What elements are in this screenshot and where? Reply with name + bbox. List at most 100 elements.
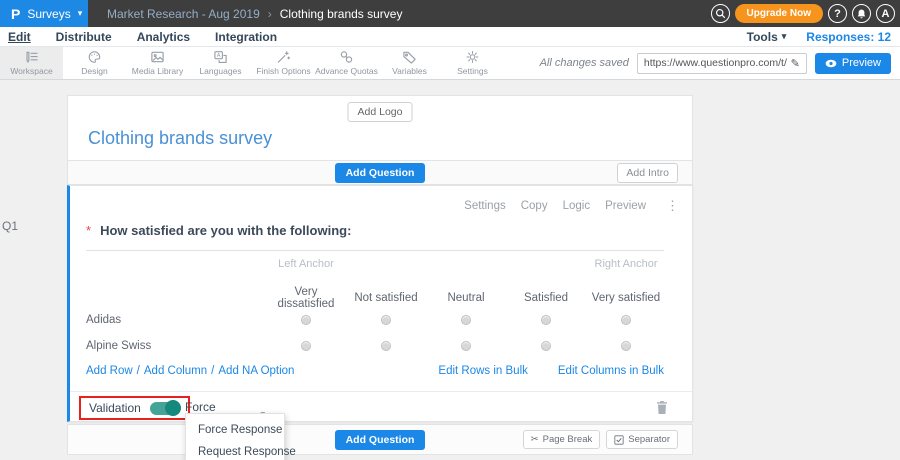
- add-question-strip: Add Question Add Intro: [67, 161, 693, 185]
- section-footer-strip: Add Question ✂ Page Break Separator: [67, 424, 693, 455]
- nav-right: Tools ▾ Responses: 12: [747, 30, 900, 44]
- dropdown-option-request-response[interactable]: Request Response: [186, 441, 296, 460]
- radio-button[interactable]: [621, 315, 631, 325]
- radio-button[interactable]: [381, 341, 391, 351]
- matrix-add-links: Add Row / Add Column / Add NA Option: [86, 365, 294, 377]
- nav-tab-edit[interactable]: Edit: [8, 30, 31, 44]
- page-break-button[interactable]: ✂ Page Break: [522, 430, 601, 449]
- add-na-option-link[interactable]: Add NA Option: [218, 365, 294, 377]
- matrix-row: Adidas: [70, 314, 692, 326]
- eye-icon: [825, 59, 837, 67]
- nav-tab-distribute[interactable]: Distribute: [56, 30, 112, 44]
- more-options-icon[interactable]: ⋮: [666, 198, 679, 214]
- radio-button[interactable]: [461, 341, 471, 351]
- column-header[interactable]: Very dissatisfied: [266, 286, 346, 310]
- slash-separator: /: [136, 365, 140, 377]
- nav-tab-integration[interactable]: Integration: [215, 30, 277, 44]
- nav-tab-analytics[interactable]: Analytics: [137, 30, 190, 44]
- editor-toolbar: Workspace Design Media Library A Languag…: [0, 47, 900, 80]
- toolbar-item-settings[interactable]: Settings: [441, 47, 504, 79]
- help-button[interactable]: ?: [828, 4, 847, 23]
- preview-button[interactable]: Preview: [814, 52, 891, 74]
- toolbar-item-design[interactable]: Design: [63, 47, 126, 79]
- scissors-icon: ✂: [530, 434, 539, 445]
- question-actions: Settings Copy Logic Preview ⋮: [464, 198, 679, 214]
- validation-toggle[interactable]: [149, 400, 181, 416]
- product-name: Surveys: [27, 6, 71, 21]
- nav-items: Edit Distribute Analytics Integration: [0, 30, 277, 44]
- add-column-link[interactable]: Add Column: [144, 365, 207, 377]
- question-text[interactable]: How satisfied are you with the following…: [100, 223, 351, 238]
- radio-button[interactable]: [621, 341, 631, 351]
- dropdown-option-force-response[interactable]: Force Response: [186, 419, 284, 441]
- add-question-button[interactable]: Add Question: [334, 429, 426, 450]
- edit-columns-in-bulk-link[interactable]: Edit Columns in Bulk: [558, 365, 664, 377]
- questionpro-logo: P: [11, 5, 21, 22]
- tools-label: Tools: [746, 29, 778, 44]
- add-row-link[interactable]: Add Row: [86, 365, 133, 377]
- radio-button[interactable]: [461, 315, 471, 325]
- slash-separator: /: [211, 365, 215, 377]
- chain-links-icon: [339, 50, 354, 64]
- radio-button[interactable]: [541, 341, 551, 351]
- radio-button[interactable]: [381, 315, 391, 325]
- row-label[interactable]: Adidas: [70, 314, 266, 326]
- column-header-row: Very dissatisfied Not satisfied Neutral …: [70, 286, 692, 310]
- chevron-down-icon: ▾: [77, 8, 83, 18]
- radio-button[interactable]: [301, 315, 311, 325]
- toolbar-item-advance-quotas[interactable]: Advance Quotas: [315, 47, 378, 79]
- anchor-row: Left Anchor Right Anchor: [70, 258, 692, 270]
- question-logic-link[interactable]: Logic: [563, 200, 591, 212]
- column-header[interactable]: Very satisfied: [586, 292, 666, 304]
- delete-question-button[interactable]: [656, 400, 668, 420]
- column-header[interactable]: Neutral: [426, 292, 506, 304]
- toolbar-item-languages[interactable]: A Languages: [189, 47, 252, 79]
- question-number-label: Q1: [2, 219, 19, 233]
- add-question-button[interactable]: Add Question: [334, 162, 426, 183]
- toolbar-right: All changes saved https://www.questionpr…: [540, 47, 900, 79]
- survey-url-field[interactable]: https://www.questionpro.com/t/APNrFZ ✎: [636, 52, 807, 74]
- search-button[interactable]: [710, 4, 730, 23]
- separator-button[interactable]: Separator: [606, 430, 678, 449]
- row-label[interactable]: Alpine Swiss: [70, 340, 266, 352]
- breadcrumb-current-survey[interactable]: Clothing brands survey: [280, 7, 403, 21]
- toolbar-item-variables[interactable]: Variables: [378, 47, 441, 79]
- top-bar: P Surveys ▾ Market Research - Aug 2019 ›…: [0, 0, 900, 27]
- chevron-down-icon: ▾: [781, 31, 787, 41]
- edit-rows-in-bulk-link[interactable]: Edit Rows in Bulk: [438, 365, 527, 377]
- responses-count-link[interactable]: Responses: 12: [806, 30, 891, 44]
- product-switcher[interactable]: P Surveys ▾: [0, 0, 88, 27]
- add-logo-button[interactable]: Add Logo: [347, 102, 413, 122]
- survey-editor-app: P Surveys ▾ Market Research - Aug 2019 ›…: [0, 0, 900, 460]
- tools-menu[interactable]: Tools ▾: [747, 30, 787, 44]
- add-intro-button[interactable]: Add Intro: [617, 162, 678, 183]
- upgrade-now-button[interactable]: Upgrade Now: [734, 4, 823, 23]
- toolbar-item-finish-options[interactable]: Finish Options: [252, 47, 315, 79]
- question-mark-icon: ?: [834, 7, 841, 20]
- question-settings-link[interactable]: Settings: [464, 200, 506, 212]
- column-header[interactable]: Not satisfied: [346, 292, 426, 304]
- trash-icon: [657, 401, 667, 414]
- topbar-actions: Upgrade Now ? A: [710, 4, 900, 23]
- question-text-row[interactable]: * How satisfied are you with the followi…: [86, 223, 664, 251]
- toggle-knob: [164, 400, 181, 416]
- toolbar-item-workspace[interactable]: Workspace: [0, 47, 63, 79]
- column-header[interactable]: Satisfied: [506, 292, 586, 304]
- bulk-edit-links: Edit Rows in Bulk Edit Columns in Bulk: [438, 365, 664, 377]
- question-copy-link[interactable]: Copy: [521, 200, 548, 212]
- survey-header-card: Add Logo Clothing brands survey: [67, 95, 693, 161]
- image-icon: [150, 50, 165, 64]
- radio-button[interactable]: [301, 341, 311, 351]
- breadcrumb-folder[interactable]: Market Research - Aug 2019: [107, 7, 260, 21]
- toolbar-item-media-library[interactable]: Media Library: [126, 47, 189, 79]
- question-preview-link[interactable]: Preview: [605, 200, 646, 212]
- notifications-button[interactable]: [852, 4, 871, 23]
- account-avatar[interactable]: A: [876, 4, 895, 23]
- validation-footer: Validation Force Response ▾: [70, 391, 692, 433]
- survey-url-value[interactable]: https://www.questionpro.com/t/APNrFZ: [644, 57, 787, 69]
- survey-title[interactable]: Clothing brands survey: [88, 128, 272, 149]
- breadcrumb-separator-icon: ›: [267, 6, 272, 21]
- validation-label: Validation: [89, 401, 141, 415]
- radio-button[interactable]: [541, 315, 551, 325]
- edit-url-icon[interactable]: ✎: [791, 57, 800, 70]
